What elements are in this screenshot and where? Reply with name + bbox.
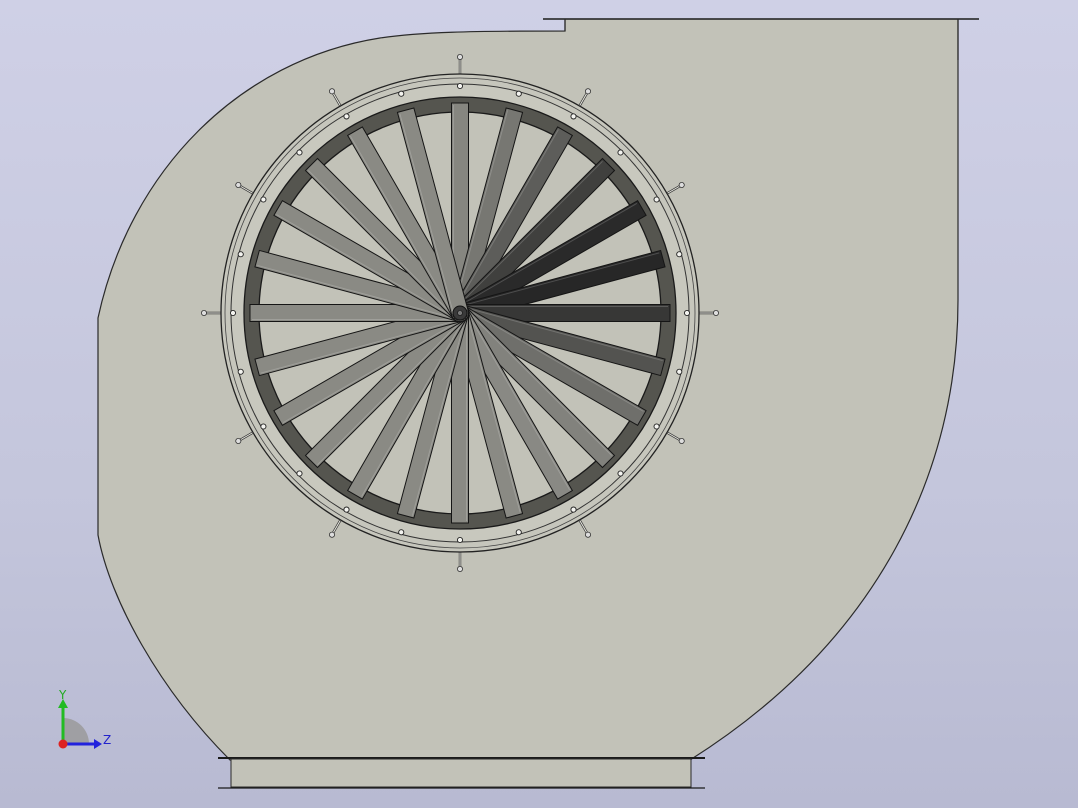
triad-y-label: Y [58, 688, 67, 702]
coordinate-triad: Y Z [58, 688, 111, 749]
flange-bolt-hole [617, 149, 624, 156]
bracket-tip [200, 309, 207, 316]
flange-bolt-hole [515, 529, 522, 536]
bracket-tip [328, 88, 335, 95]
bracket-tip [328, 531, 335, 538]
triad-x-dot [58, 739, 68, 749]
bracket-tip [678, 437, 685, 444]
flange-bolt-hole [570, 506, 577, 513]
flange-bolt-hole [456, 536, 464, 544]
cad-viewport[interactable]: Y Z [0, 0, 1078, 808]
triad-quadrant [63, 718, 89, 744]
flange-bolt-hole [653, 423, 660, 430]
flange-bolt-hole [683, 309, 691, 317]
flange-bolt-hole [617, 470, 624, 477]
bracket-tip [456, 566, 463, 573]
flange-bolt-hole [229, 309, 237, 317]
flange-bolt-hole [398, 90, 405, 97]
flange-bolt-hole [260, 423, 267, 430]
base-plate[interactable] [218, 757, 705, 789]
flange-bolt-hole [237, 368, 244, 375]
triad-z-label: Z [103, 733, 111, 747]
flange-bolt-hole [653, 196, 660, 203]
flange-bolt-hole [515, 90, 522, 97]
bracket-tip [456, 54, 463, 61]
triad-z-arrow [94, 739, 102, 749]
flange-bolt-hole [676, 368, 683, 375]
flange-bolt-hole [398, 529, 405, 536]
bracket-tip [585, 88, 592, 95]
flange-bolt-hole [296, 470, 303, 477]
bracket-tip [713, 309, 720, 316]
bracket-tip [235, 437, 242, 444]
fan-model-view[interactable]: Y Z [0, 0, 1078, 808]
flange-bolt-hole [456, 82, 464, 90]
bracket-tip [235, 181, 242, 188]
flange-bolt-hole [343, 113, 350, 120]
flange-bolt-hole [676, 251, 683, 258]
bracket-tip [678, 181, 685, 188]
bracket-tip [585, 531, 592, 538]
flange-bolt-hole [570, 113, 577, 120]
flange-bolt-hole [343, 506, 350, 513]
hub-center [457, 310, 463, 316]
flange-bolt-hole [296, 149, 303, 156]
flange-bolt-hole [237, 251, 244, 258]
flange-bolt-hole [260, 196, 267, 203]
